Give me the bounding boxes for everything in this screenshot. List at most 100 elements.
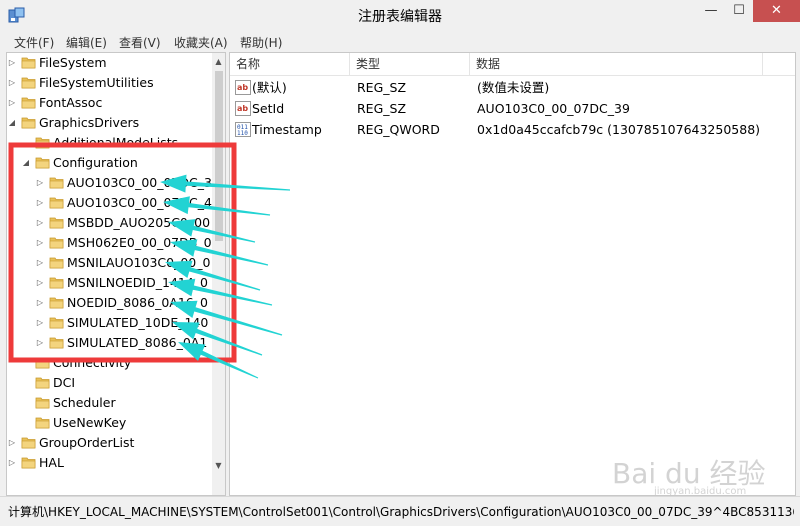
tree-item[interactable]: DCI [7,373,212,393]
tree-item[interactable]: ◢ GraphicsDrivers [7,113,212,133]
expander-arrow-icon[interactable]: ▷ [35,213,45,233]
expander-arrow-icon[interactable]: ▷ [35,293,45,313]
value-name: Timestamp [252,122,322,137]
value-data: AUO103C0_00_07DC_39 [477,101,630,116]
menu-file[interactable]: 文件(F) [14,34,54,51]
folder-icon [49,277,64,289]
tree-item-label: NOEDID_8086_0A16_0 [67,295,208,310]
value-row[interactable]: ab (默认) REG_SZ (数值未设置) [230,77,795,98]
tree-item-label: AUO103C0_00_07DC_4 [67,195,212,210]
menu-view[interactable]: 查看(V) [119,34,161,51]
scroll-thumb[interactable] [215,71,223,241]
tree-item[interactable]: AdditionalModeLists [7,133,212,153]
status-bar: 计算机\HKEY_LOCAL_MACHINE\SYSTEM\ControlSet… [0,496,800,526]
folder-icon [35,157,50,169]
tree-item[interactable]: ▷ SIMULATED_8086_0A1 [7,333,212,353]
tree-item-label: AdditionalModeLists [53,135,179,150]
value-row[interactable]: 011 110 Timestamp REG_QWORD 0x1d0a45ccafcb79… [230,119,795,140]
tree-item[interactable]: ▷ AUO103C0_00_07DC_3 [7,173,212,193]
expander-arrow-icon[interactable]: ▷ [35,253,45,273]
menu-help[interactable]: 帮助(H) [240,34,282,51]
folder-icon [21,457,36,469]
key-tree-pane[interactable]: ▷ FileSystem ▷ FileSystemUtilities ▷ FontAsso… [6,52,226,496]
value-name: SetId [252,101,285,116]
tree-item-label: MSNILAUO103C0_00_0 [67,255,211,270]
tree-item[interactable]: Connectivity [7,353,212,373]
value-row[interactable]: ab SetId REG_SZ AUO103C0_00_07DC_39 [230,98,795,119]
expander-arrow-icon[interactable]: ▷ [35,333,45,353]
tree-item[interactable]: ▷ FileSystem [7,53,212,73]
string-value-icon: ab [235,80,251,95]
tree-item-label: DCI [53,375,76,390]
expander-arrow-icon[interactable]: ▷ [35,273,45,293]
values-list-pane[interactable]: 名称 类型 数据 ab (默认) REG_SZ (数值未设置) ab SetId REG_S… [229,52,796,496]
tree-item[interactable]: ◢ Configuration [7,153,212,173]
tree-item[interactable]: ▷ MSH062E0_00_07DB_0 [7,233,212,253]
tree-item[interactable]: ▷ MSNILAUO103C0_00_0 [7,253,212,273]
status-path: 计算机\HKEY_LOCAL_MACHINE\SYSTEM\ControlSet… [8,505,794,519]
expander-arrow-icon[interactable]: ▷ [35,233,45,253]
expander-arrow-icon[interactable]: ▷ [7,93,17,113]
tree-item-label: GraphicsDrivers [39,115,140,130]
tree-item-label: MSH062E0_00_07DB_0 [67,235,212,250]
expander-arrow-icon[interactable]: ▷ [35,313,45,333]
tree-item[interactable]: ▷ SIMULATED_10DE_140 [7,313,212,333]
menu-favorites[interactable]: 收藏夹(A) [174,34,228,51]
folder-icon [21,437,36,449]
scroll-down-arrow-icon[interactable]: ▼ [212,459,225,473]
expander-arrow-icon[interactable]: ▷ [7,53,17,73]
expander-arrow-icon[interactable]: ▷ [35,193,45,213]
column-header-type[interactable]: 类型 [350,53,470,75]
folder-icon [49,257,64,269]
tree-item[interactable]: ▷ MSBDD_AUO205C0_00 [7,213,212,233]
value-type: REG_QWORD [357,122,440,137]
value-data: (数值未设置) [477,80,550,95]
folder-icon [21,57,36,69]
tree-item[interactable]: ▷ FileSystemUtilities [7,73,212,93]
value-type: REG_SZ [357,101,407,116]
tree-item[interactable]: ▷ MSNILNOEDID_1414_0 [7,273,212,293]
expander-arrow-icon[interactable]: ◢ [7,113,17,133]
folder-icon [49,177,64,189]
maximize-button[interactable]: ☐ [725,0,753,22]
column-header-data[interactable]: 数据 [470,53,763,75]
folder-icon [21,97,36,109]
tree-item[interactable]: ▷ NOEDID_8086_0A16_0 [7,293,212,313]
menu-bar: 文件(F) 编辑(E) 查看(V) 收藏夹(A) 帮助(H) [0,32,800,52]
tree-item[interactable]: ▷ HAL [7,453,212,473]
tree-item[interactable]: Scheduler [7,393,212,413]
tree-item[interactable]: UseNewKey [7,413,212,433]
minimize-button[interactable]: — [697,0,725,22]
expander-arrow-icon[interactable]: ▷ [7,453,17,473]
expander-arrow-icon[interactable]: ◢ [21,153,31,173]
folder-icon [49,297,64,309]
svg-text:110: 110 [237,130,248,137]
tree-item[interactable]: ▷ GroupOrderList [7,433,212,453]
tree-item-label: UseNewKey [53,415,127,430]
tree-item-label: Configuration [53,155,138,170]
folder-icon [35,397,50,409]
tree-item-label: MSBDD_AUO205C0_00 [67,215,211,230]
tree-item-label: FontAssoc [39,95,103,110]
folder-icon [35,357,50,369]
folder-icon [49,197,64,209]
value-name: (默认) [252,80,287,95]
folder-icon [35,417,50,429]
folder-icon [49,237,64,249]
close-button[interactable]: ✕ [753,0,800,22]
tree-item-label: Connectivity [53,355,132,370]
tree-item[interactable]: ▷ FontAssoc [7,93,212,113]
expander-arrow-icon[interactable]: ▷ [7,73,17,93]
expander-arrow-icon[interactable]: ▷ [7,433,17,453]
baidu-watermark-url: jingyan.baidu.com [654,486,747,497]
menu-edit[interactable]: 编辑(E) [66,34,107,51]
tree-item[interactable]: ▷ AUO103C0_00_07DC_4 [7,193,212,213]
expander-arrow-icon[interactable]: ▷ [35,173,45,193]
tree-item-label: HAL [39,455,64,470]
folder-icon [49,337,64,349]
column-header-name[interactable]: 名称 [230,53,350,75]
tree-vertical-scrollbar[interactable]: ▲ ▼ [212,53,225,495]
folder-icon [49,217,64,229]
title-bar: 注册表编辑器 — ☐ ✕ [0,0,800,32]
scroll-up-arrow-icon[interactable]: ▲ [212,55,225,69]
